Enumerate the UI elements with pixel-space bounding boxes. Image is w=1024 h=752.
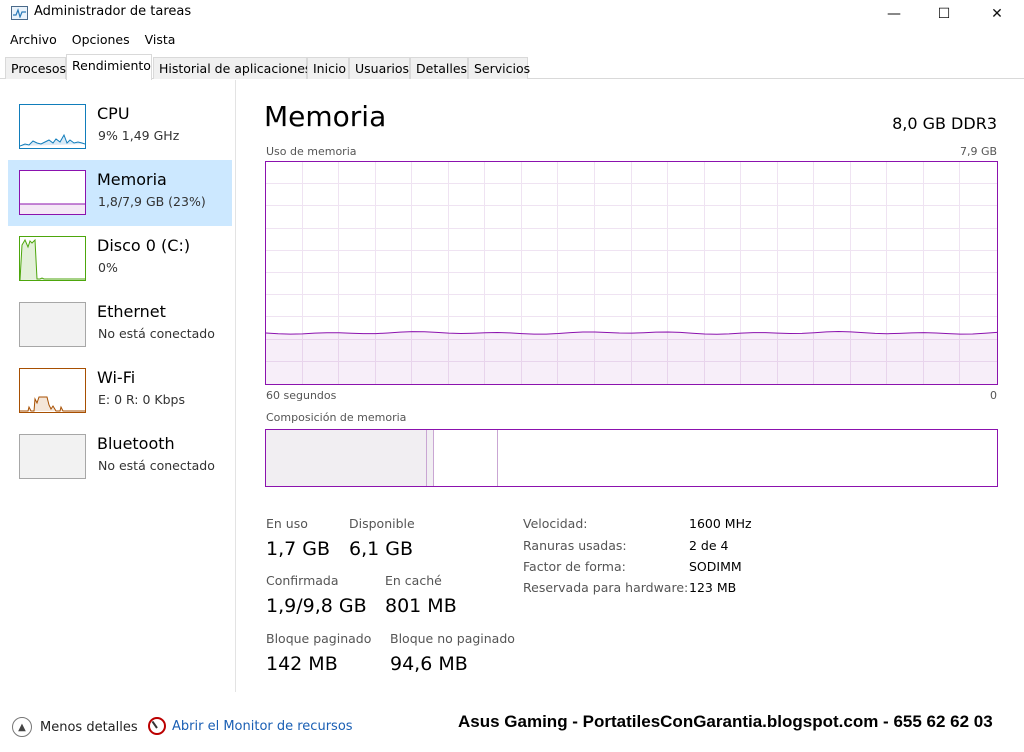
sidebar-item-label: Wi-Fi [97, 368, 136, 387]
resource-sidebar: CPU 9% 1,49 GHz Memoria 1,8/7,9 GB (23%)… [0, 80, 236, 692]
composition-modified-segment[interactable] [427, 430, 434, 486]
less-details-button[interactable]: ▲ Menos detalles [12, 717, 138, 737]
graph-time-left: 60 segundos [266, 389, 337, 402]
sidebar-item-label: Bluetooth [97, 434, 175, 453]
stat-bloque-paginado-value: 142 MB [266, 653, 338, 675]
resource-monitor-icon [148, 717, 166, 735]
tab-usuarios[interactable]: Usuarios [349, 57, 410, 79]
sidebar-item-label: CPU [97, 104, 130, 123]
sidebar-item-subtitle: 1,8/7,9 GB (23%) [98, 194, 206, 209]
sidebar-item-subtitle: 0% [98, 260, 118, 275]
minimize-button[interactable]: — [871, 0, 917, 28]
maximize-icon: ☐ [937, 6, 951, 22]
stat-confirmada-label: Confirmada [266, 573, 339, 588]
chevron-up-icon: ▲ [12, 717, 32, 737]
sidebar-item-subtitle: E: 0 R: 0 Kbps [98, 392, 185, 407]
stat-en-uso-label: En uso [266, 516, 308, 531]
detail-reservada-label: Reservada para hardware: [523, 580, 689, 595]
sidebar-item-cpu[interactable]: CPU 9% 1,49 GHz [8, 94, 232, 160]
sidebar-item-ethernet[interactable]: Ethernet No está conectado [8, 292, 232, 358]
memory-type: 8,0 GB DDR3 [892, 114, 997, 133]
close-button[interactable]: ✕ [974, 0, 1020, 28]
menu-opciones[interactable]: Opciones [67, 30, 135, 52]
stat-bloque-no-paginado-value: 94,6 MB [390, 653, 468, 675]
bluetooth-thumbnail-graph [19, 434, 86, 479]
memory-usage-graph [265, 161, 998, 385]
resource-monitor-link[interactable]: Abrir el Monitor de recursos [148, 717, 353, 735]
sidebar-item-label: Ethernet [97, 302, 166, 321]
stat-en-uso-value: 1,7 GB [266, 538, 331, 560]
detail-ranuras-value: 2 de 4 [689, 538, 729, 553]
detail-reservada-value: 123 MB [689, 580, 737, 595]
resource-monitor-label: Abrir el Monitor de recursos [172, 718, 353, 734]
sidebar-item-subtitle: No está conectado [98, 326, 215, 341]
disk-thumbnail-graph [19, 236, 86, 281]
tab-historial[interactable]: Historial de aplicaciones [153, 57, 311, 79]
sidebar-item-subtitle: 9% 1,49 GHz [98, 128, 180, 143]
task-manager-icon [11, 6, 28, 20]
detail-factor-value: SODIMM [689, 559, 742, 574]
stat-en-cache-label: En caché [385, 573, 442, 588]
sidebar-item-bluetooth[interactable]: Bluetooth No está conectado [8, 424, 232, 490]
stat-confirmada-value: 1,9/9,8 GB [266, 595, 367, 617]
stat-disponible-value: 6,1 GB [349, 538, 414, 560]
cpu-thumbnail-graph [19, 104, 86, 149]
stat-bloque-paginado-label: Bloque paginado [266, 631, 372, 646]
minimize-icon: — [887, 6, 901, 22]
graph-time-right: 0 [990, 389, 997, 402]
sidebar-item-disco[interactable]: Disco 0 (C:) 0% [8, 226, 232, 292]
tab-procesos[interactable]: Procesos [5, 57, 66, 79]
menu-bar: Archivo Opciones Vista [0, 30, 180, 52]
sidebar-item-subtitle: No está conectado [98, 458, 215, 473]
stat-disponible-label: Disponible [349, 516, 415, 531]
sidebar-item-label: Memoria [97, 170, 167, 189]
page-title: Memoria [264, 100, 387, 133]
stat-bloque-no-paginado-label: Bloque no paginado [390, 631, 515, 646]
close-icon: ✕ [991, 6, 1003, 22]
memory-usage-graph-svg [266, 162, 997, 384]
ethernet-thumbnail-graph [19, 302, 86, 347]
usage-graph-label: Uso de memoria [266, 145, 357, 158]
composition-in-use-segment[interactable] [266, 430, 427, 486]
usage-graph-max-label: 7,9 GB [960, 145, 998, 158]
title-bar: Administrador de tareas — ☐ ✕ [0, 0, 1024, 28]
stat-en-cache-value: 801 MB [385, 595, 457, 617]
tab-rendimiento[interactable]: Rendimiento [66, 54, 152, 80]
memory-thumbnail-graph [19, 170, 86, 215]
menu-archivo[interactable]: Archivo [5, 30, 62, 52]
composition-label: Composición de memoria [266, 411, 407, 424]
detail-factor-label: Factor de forma: [523, 559, 626, 574]
window-title: Administrador de tareas [34, 4, 192, 19]
sidebar-item-memoria[interactable]: Memoria 1,8/7,9 GB (23%) [8, 160, 232, 226]
wifi-thumbnail-graph [19, 368, 86, 413]
sidebar-item-label: Disco 0 (C:) [97, 236, 191, 255]
tab-strip: Procesos Rendimiento Historial de aplica… [0, 54, 1024, 80]
tab-inicio[interactable]: Inicio [307, 57, 349, 79]
detail-velocidad-label: Velocidad: [523, 516, 588, 531]
tab-detalles[interactable]: Detalles [410, 57, 468, 79]
memory-composition-bar [265, 429, 998, 487]
less-details-label: Menos detalles [40, 719, 138, 735]
detail-velocidad-value: 1600 MHz [689, 516, 752, 531]
composition-standby-segment[interactable] [434, 430, 498, 486]
detail-ranuras-label: Ranuras usadas: [523, 538, 627, 553]
memory-usage-area [266, 331, 997, 384]
tab-servicios[interactable]: Servicios [468, 57, 530, 79]
footer-bar: ▲ Menos detalles Abrir el Monitor de rec… [0, 704, 1024, 752]
watermark-text: Asus Gaming - PortatilesConGarantia.blog… [458, 712, 993, 731]
sidebar-item-wifi[interactable]: Wi-Fi E: 0 R: 0 Kbps [8, 358, 232, 424]
maximize-button[interactable]: ☐ [921, 0, 967, 28]
menu-vista[interactable]: Vista [140, 30, 181, 52]
